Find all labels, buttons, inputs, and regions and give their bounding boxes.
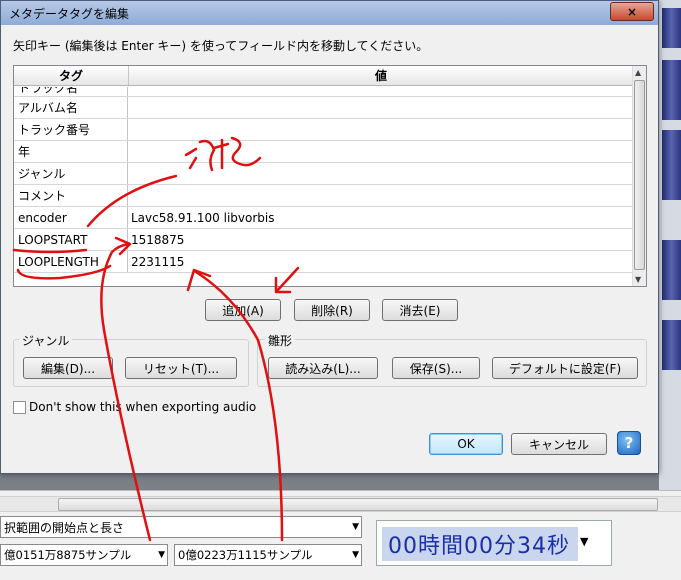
tag-cell[interactable]: ジャンル: [14, 163, 128, 184]
save-template-button[interactable]: 保存(S)...: [392, 357, 480, 379]
waveform-segment: [662, 130, 681, 200]
chevron-down-icon: ▼: [158, 550, 165, 560]
value-cell[interactable]: [128, 97, 634, 118]
table-row[interactable]: トラック名: [14, 87, 634, 97]
help-icon: ?: [624, 434, 634, 452]
chevron-down-icon[interactable]: ▼: [580, 535, 588, 548]
tag-cell[interactable]: LOOPSTART: [14, 229, 128, 250]
tag-cell[interactable]: コメント: [14, 185, 128, 206]
scroll-thumb[interactable]: [634, 80, 645, 270]
tag-cell[interactable]: LOOPLENGTH: [14, 251, 128, 272]
add-button[interactable]: 追加(A): [205, 299, 281, 321]
template-group-label: 雛形: [265, 332, 296, 349]
selection-length-value: 0億0223万1115サンプル: [178, 548, 313, 562]
value-cell[interactable]: [128, 185, 634, 206]
reset-genre-button[interactable]: リセット(T)...: [125, 357, 237, 379]
column-header-tag[interactable]: タグ: [14, 66, 129, 85]
close-button[interactable]: ×: [610, 2, 654, 21]
scroll-up-icon[interactable]: ▲: [635, 68, 641, 77]
value-cell[interactable]: [128, 119, 634, 140]
tag-cell[interactable]: 年: [14, 141, 128, 162]
waveform-segment: [662, 240, 681, 300]
value-cell[interactable]: [128, 141, 634, 162]
tag-cell[interactable]: アルバム名: [14, 97, 128, 118]
waveform-segment: [662, 8, 681, 48]
load-template-button[interactable]: 読み込み(L)...: [268, 357, 378, 379]
grid-header: タグ 値: [14, 66, 634, 86]
scroll-thumb[interactable]: [58, 498, 658, 511]
help-button[interactable]: ?: [617, 431, 641, 455]
tag-cell[interactable]: トラック番号: [14, 119, 128, 140]
dont-show-checkbox[interactable]: [13, 401, 26, 414]
table-row[interactable]: 年: [14, 141, 634, 163]
scroll-down-icon[interactable]: ▼: [635, 275, 641, 284]
grid-vertical-scrollbar[interactable]: ▲ ▼: [632, 66, 646, 286]
selection-start-value: 億0151万8875サンプル: [4, 548, 132, 562]
time-value: 00時間00分34秒: [382, 527, 578, 561]
value-cell[interactable]: [128, 163, 634, 184]
delete-button[interactable]: 削除(R): [294, 299, 370, 321]
chevron-down-icon: ▼: [352, 522, 359, 532]
close-icon: ×: [626, 4, 638, 19]
cancel-button[interactable]: キャンセル: [511, 433, 607, 455]
table-row[interactable]: LOOPLENGTH 2231115: [14, 251, 634, 273]
genre-group-label: ジャンル: [19, 332, 73, 349]
tag-cell[interactable]: トラック名: [14, 87, 128, 96]
dialog-title: メタデータタグを編集: [9, 6, 130, 21]
tag-cell[interactable]: encoder: [14, 207, 128, 228]
table-row[interactable]: LOOPSTART 1518875: [14, 229, 634, 251]
table-row[interactable]: encoder Lavc58.91.100 libvorbis: [14, 207, 634, 229]
value-cell[interactable]: [128, 87, 634, 96]
selection-mode-value: 択範囲の開始点と長さ: [4, 520, 125, 535]
selection-mode-select[interactable]: 択範囲の開始点と長さ ▼: [0, 516, 362, 538]
dialog-titlebar: メタデータタグを編集 ×: [1, 1, 658, 25]
waveform-segment: [662, 60, 681, 120]
edit-metadata-dialog: メタデータタグを編集 × 矢印キー (編集後は Enter キー) を使ってフィ…: [0, 0, 659, 474]
horizontal-scrollbar[interactable]: [0, 496, 681, 512]
clear-button[interactable]: 消去(E): [382, 299, 458, 321]
column-header-value[interactable]: 値: [129, 66, 634, 85]
table-row[interactable]: ジャンル: [14, 163, 634, 185]
grid-body: トラック名 アルバム名 トラック番号 年 ジャンル コメント encoder La…: [14, 87, 634, 273]
chevron-down-icon: ▼: [352, 550, 359, 560]
waveform-segment: [662, 320, 681, 370]
value-cell[interactable]: Lavc58.91.100 libvorbis: [128, 207, 634, 228]
instruction-text: 矢印キー (編集後は Enter キー) を使ってフィールド内を移動してください…: [13, 39, 429, 53]
value-cell[interactable]: 2231115: [128, 251, 634, 272]
selection-length-field[interactable]: 0億0223万1115サンプル ▼: [174, 544, 362, 566]
ok-button[interactable]: OK: [429, 433, 503, 455]
metadata-grid[interactable]: タグ 値 トラック名 アルバム名 トラック番号 年 ジャンル コメント enco…: [13, 65, 647, 287]
audio-position-display[interactable]: 00時間00分34秒 ▼: [376, 520, 612, 566]
edit-genre-button[interactable]: 編集(D)...: [23, 357, 113, 379]
selection-start-field[interactable]: 億0151万8875サンプル ▼: [0, 544, 168, 566]
set-default-template-button[interactable]: デフォルトに設定(F): [492, 357, 638, 379]
dont-show-checkbox-label[interactable]: Don't show this when exporting audio: [29, 400, 256, 414]
table-row[interactable]: コメント: [14, 185, 634, 207]
value-cell[interactable]: 1518875: [128, 229, 634, 250]
table-row[interactable]: アルバム名: [14, 97, 634, 119]
table-row[interactable]: トラック番号: [14, 119, 634, 141]
